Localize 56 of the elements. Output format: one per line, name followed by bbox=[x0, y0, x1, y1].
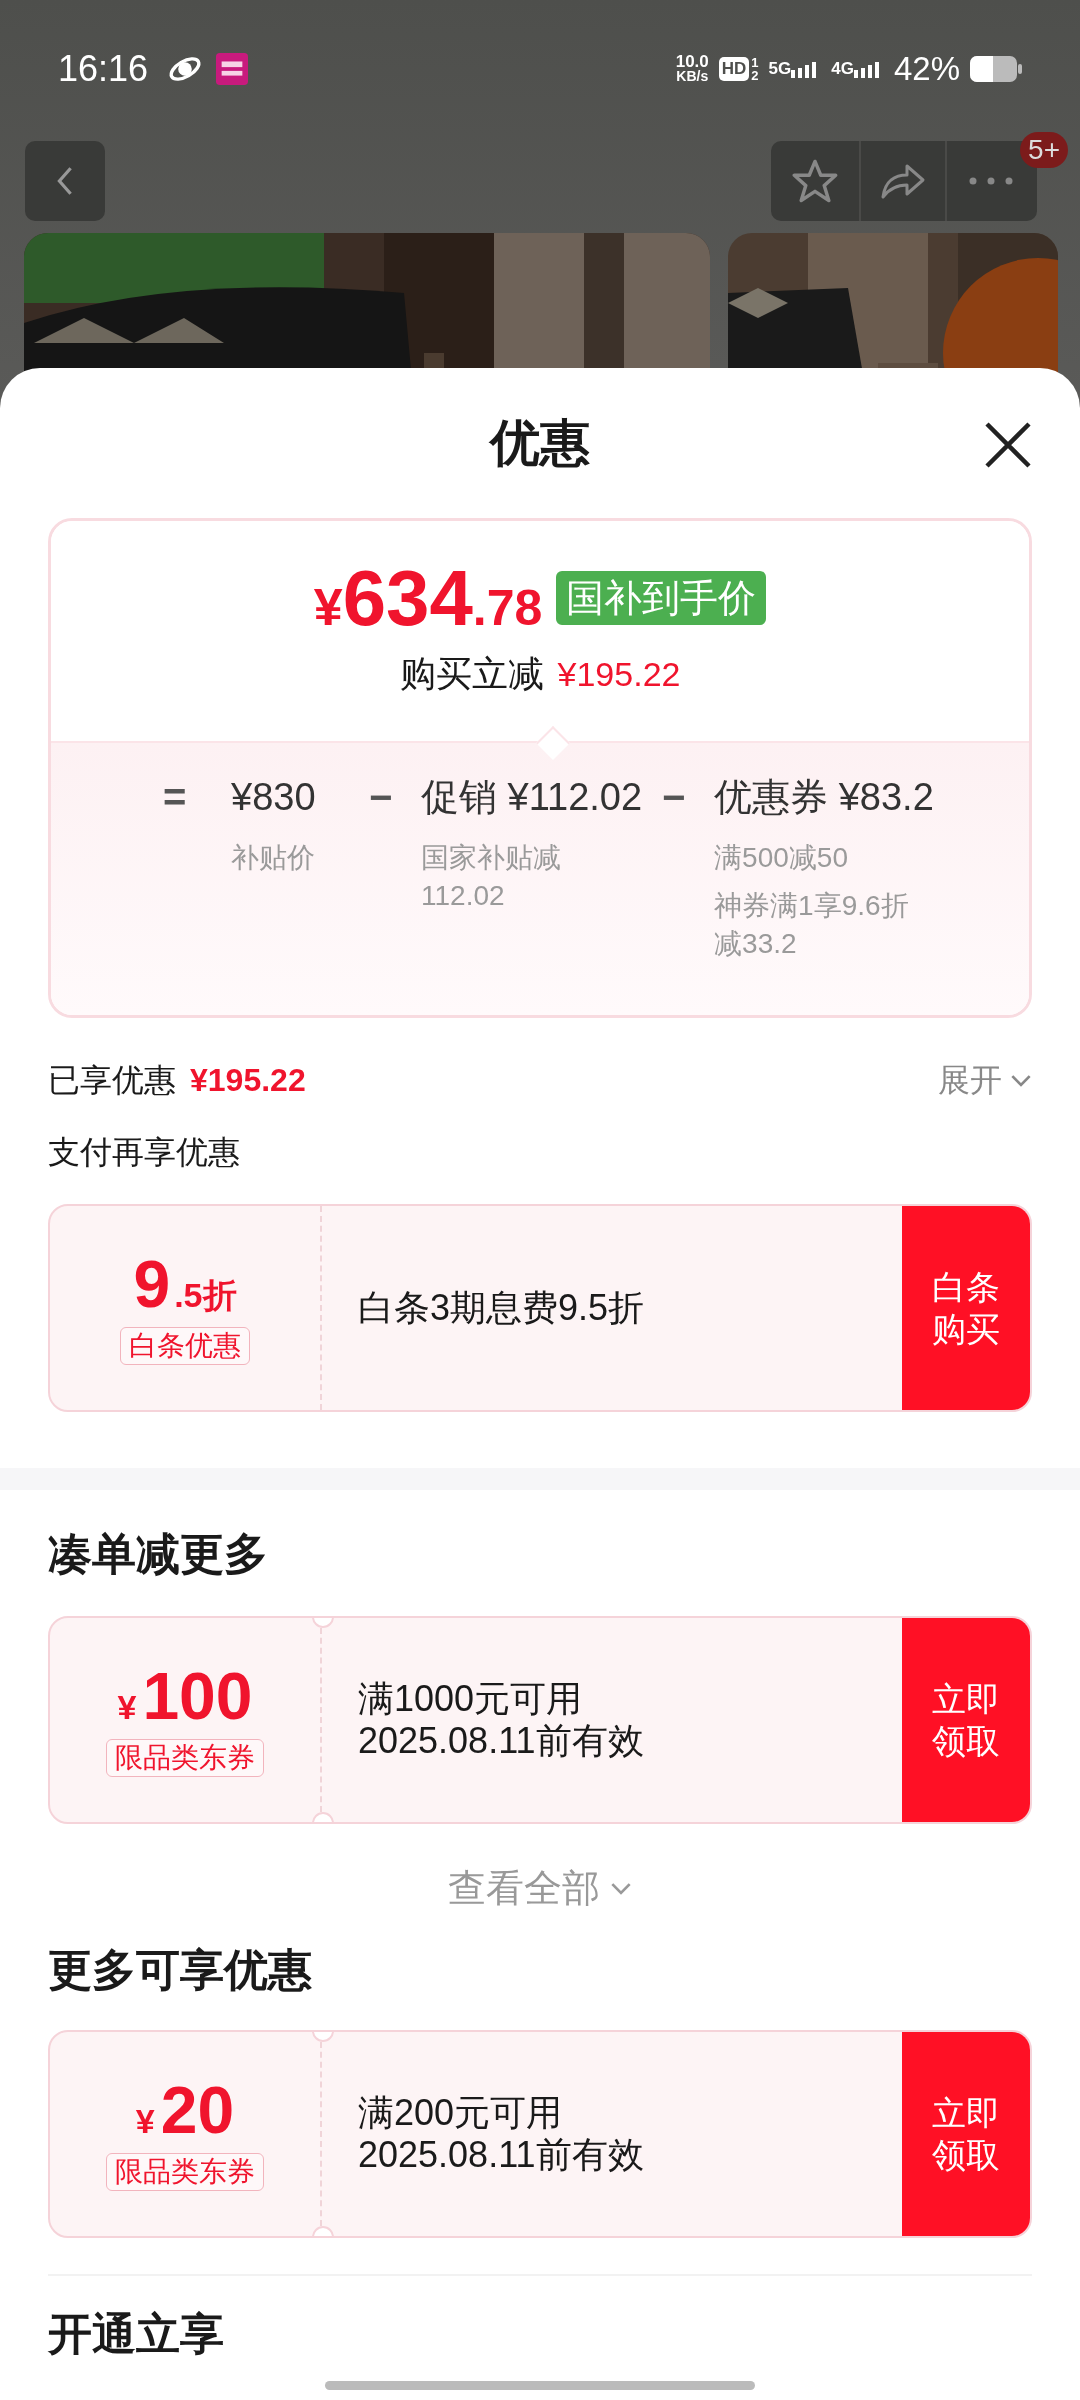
claim-button[interactable]: 立即领取 bbox=[902, 2032, 1030, 2236]
breakdown-amount: ¥830 bbox=[231, 775, 317, 820]
sim-slot-number: 2 bbox=[751, 68, 759, 82]
claim-button[interactable]: 立即领取 bbox=[902, 1618, 1030, 1822]
coupon-condition: 白条3期息费9.5折 bbox=[358, 1287, 646, 1329]
more-icon bbox=[969, 176, 1013, 185]
battery-level: 42% bbox=[893, 49, 960, 90]
savings-amount: ¥195.22 bbox=[190, 1061, 306, 1100]
star-icon bbox=[792, 157, 838, 204]
coupon-type-tag: 限品类东券 bbox=[106, 2153, 264, 2191]
section-title: 开通立享 bbox=[48, 2308, 225, 2360]
app-icon bbox=[216, 52, 249, 85]
expiry-date: 2025.08.11前有效 bbox=[358, 2134, 645, 2176]
breakdown-note: 满500减50 bbox=[714, 841, 849, 875]
section-title: 更多可享优惠 bbox=[48, 1944, 313, 1996]
breakdown-amount: 优惠券 ¥83.2 bbox=[714, 775, 934, 820]
buy-button[interactable]: 白条购买 bbox=[902, 1206, 1030, 1410]
section-title: 凑单减更多 bbox=[48, 1528, 269, 1580]
coupon-condition: 满200元可用 bbox=[358, 2092, 564, 2134]
coupon-condition: 满1000元可用 bbox=[358, 1678, 584, 1720]
network-speed-unit: KB/s bbox=[676, 68, 709, 84]
chevron-down-icon bbox=[1010, 1073, 1032, 1087]
close-icon bbox=[983, 420, 1033, 470]
expiry-date: 2025.08.11前有效 bbox=[358, 1720, 645, 1762]
coupon-value: ¥20 bbox=[135, 2077, 235, 2143]
savings-label: 已享优惠 bbox=[48, 1061, 176, 1100]
share-button[interactable] bbox=[859, 140, 947, 221]
operator-sign: − bbox=[369, 774, 394, 821]
notification-badge: 5+ bbox=[1020, 131, 1068, 168]
coupon-value: ¥100 bbox=[117, 1663, 253, 1729]
view-all-button[interactable]: 查看全部 bbox=[448, 1860, 632, 1916]
reduction-label: 购买立减 bbox=[399, 652, 544, 696]
coupon-type-tag: 白条优惠 bbox=[120, 1327, 250, 1365]
breakdown-amount: 促销 ¥112.02 bbox=[421, 775, 643, 820]
final-price: ¥634.78 bbox=[313, 559, 543, 637]
network-type: 5G bbox=[768, 59, 792, 78]
signal-icon bbox=[853, 59, 882, 78]
chevron-down-icon bbox=[610, 1881, 632, 1895]
discount-value: 9.5折 bbox=[133, 1251, 237, 1317]
breakdown-note: 神券满1享9.6折减33.2 bbox=[714, 889, 910, 961]
network-speed: 10.0 bbox=[675, 53, 709, 69]
sheet-title: 优惠 bbox=[490, 413, 590, 473]
clock: 16:16 bbox=[58, 46, 149, 91]
operator-sign: − bbox=[662, 774, 687, 821]
expand-button[interactable]: 展开 bbox=[938, 1056, 1032, 1104]
breakdown-note: 国家补贴减112.02 bbox=[421, 841, 562, 913]
operator-sign: = bbox=[163, 774, 188, 821]
coupon-type-tag: 限品类东券 bbox=[106, 1739, 264, 1777]
section-title: 支付再享优惠 bbox=[48, 1133, 241, 1172]
price-tag: 国补到手价 bbox=[556, 571, 767, 625]
breakdown-note: 补贴价 bbox=[231, 841, 316, 875]
sim-slot-number: 1 bbox=[751, 55, 759, 69]
hd-label: HD bbox=[718, 56, 750, 81]
reduction-amount: ¥195.22 bbox=[557, 653, 681, 695]
network-type: 4G bbox=[831, 59, 854, 78]
battery-icon bbox=[970, 55, 1022, 82]
